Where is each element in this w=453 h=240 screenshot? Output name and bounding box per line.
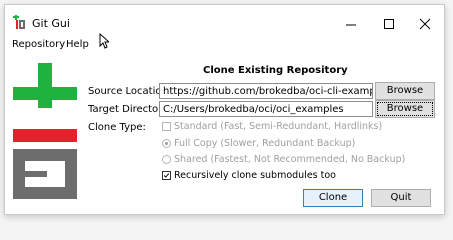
mouse-cursor-icon (99, 33, 109, 49)
browse-target-button[interactable]: Browse (375, 100, 435, 118)
standard-clone-checkbox (162, 122, 171, 131)
close-icon[interactable] (418, 17, 432, 31)
clone-button[interactable]: Clone (303, 189, 363, 207)
git-gui-app-icon (12, 15, 26, 29)
shared-clone-option: Shared (Fastest, Not Recommended, No Bac… (174, 154, 406, 165)
git-logo (13, 59, 77, 207)
quit-button[interactable]: Quit (371, 189, 431, 207)
submodules-checkbox[interactable] (162, 171, 171, 180)
target-directory-input[interactable]: C:/Users/brokedba/oci/oci_examples (159, 101, 373, 117)
window-title: Git Gui (32, 17, 70, 30)
standard-clone-option: Standard (Fast, Semi-Redundant, Hardlink… (174, 121, 383, 132)
shared-clone-radio (162, 155, 171, 164)
maximize-icon[interactable] (382, 17, 396, 31)
title-bar: Git Gui (5, 5, 444, 35)
full-copy-option: Full Copy (Slower, Redundant Backup) (174, 138, 356, 149)
menu-repository[interactable]: Repository (12, 39, 65, 50)
submodules-label[interactable]: Recursively clone submodules too (174, 170, 336, 181)
source-location-input[interactable]: https://github.com/brokedba/oci-cli-exam… (159, 83, 373, 99)
minimize-icon[interactable] (344, 17, 358, 31)
browse-source-button[interactable]: Browse (375, 82, 435, 100)
full-copy-radio (162, 139, 171, 148)
git-gui-window: Git Gui Repository Help Clone Existing R… (4, 4, 445, 215)
menu-help[interactable]: Help (66, 39, 89, 50)
clone-type-label: Clone Type: (88, 122, 146, 133)
dialog-heading: Clone Existing Repository (203, 65, 348, 76)
